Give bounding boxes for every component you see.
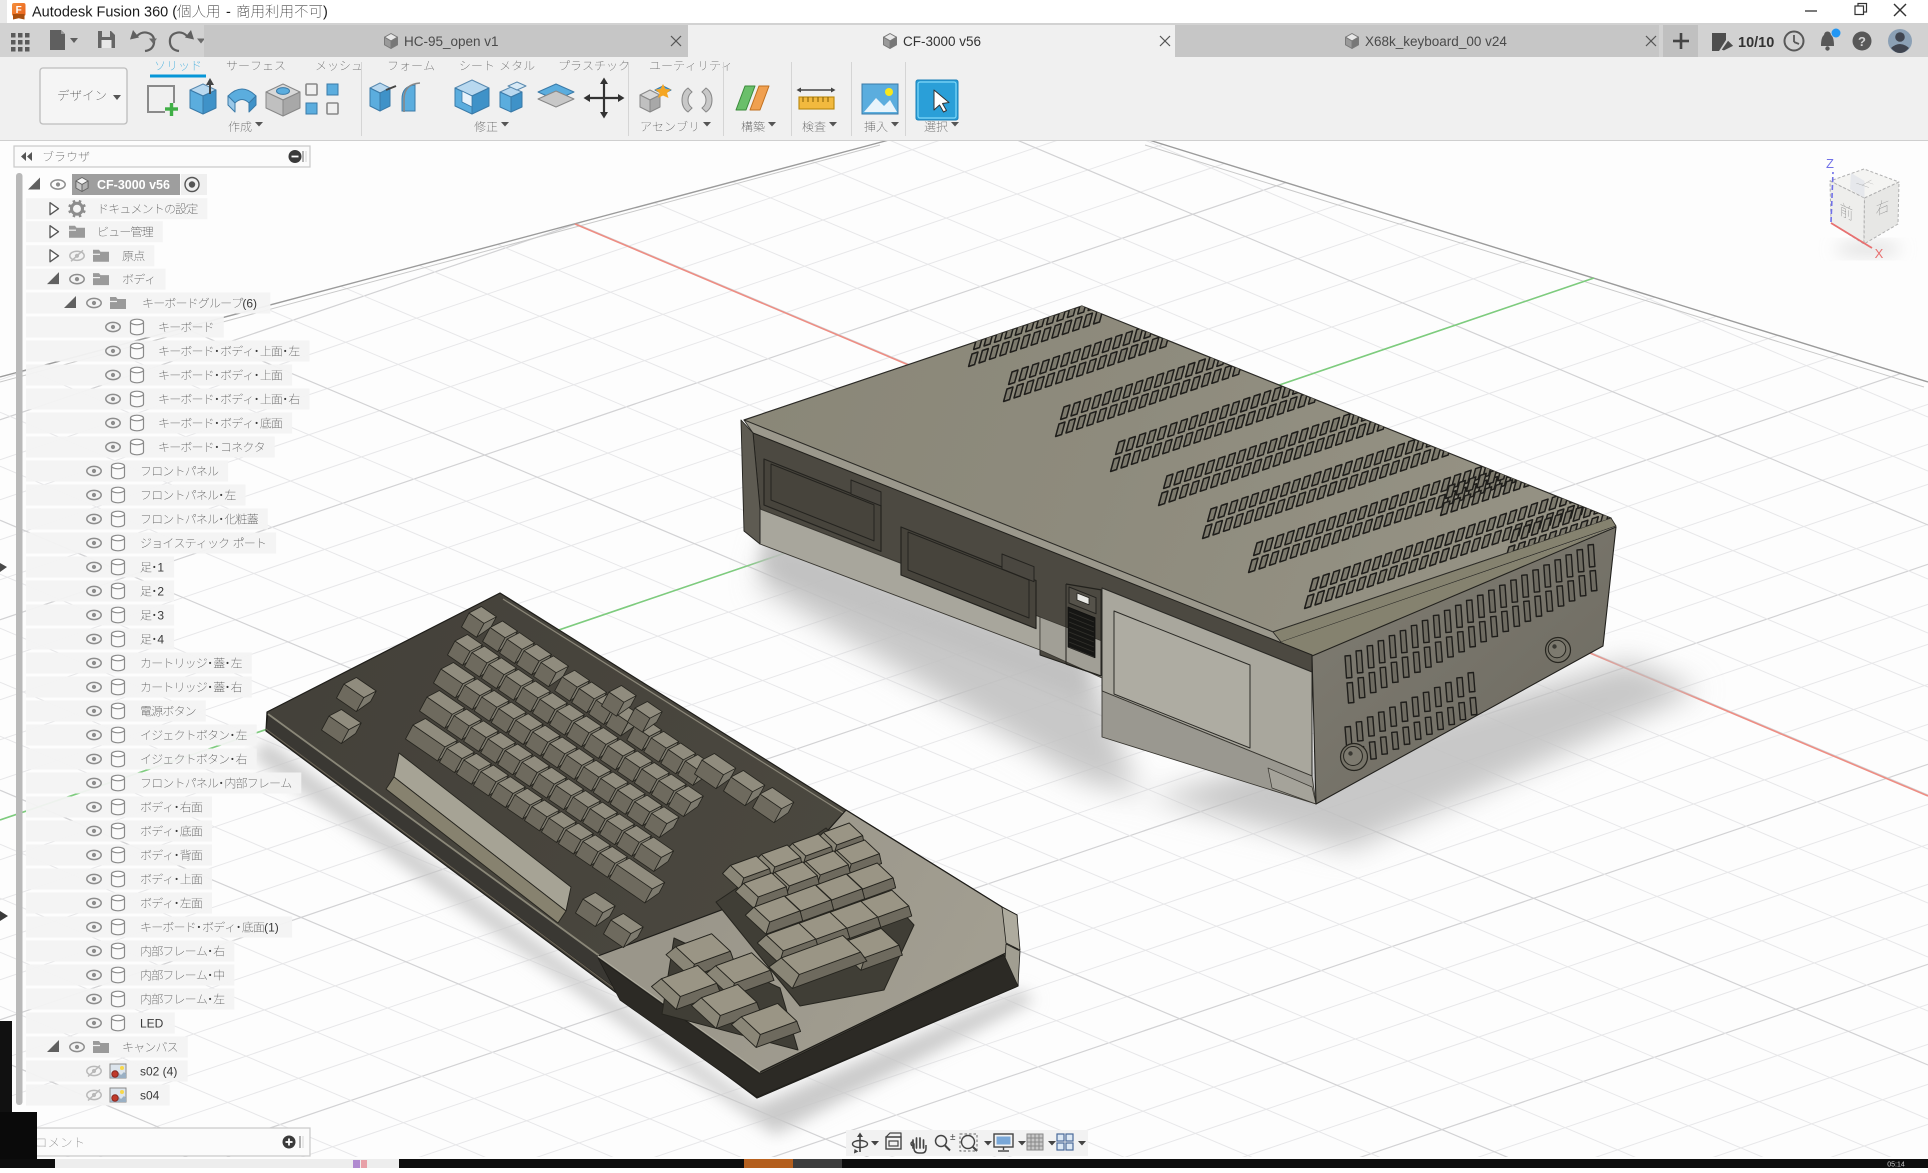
svg-text:CF-3000 v56: CF-3000 v56 — [97, 178, 170, 192]
svg-text:F: F — [16, 5, 22, 16]
svg-text:X: X — [1875, 246, 1884, 261]
svg-text:(1): (1) — [264, 921, 279, 935]
svg-text:LED: LED — [140, 1017, 164, 1031]
svg-text:-: - — [226, 5, 231, 21]
svg-text:X68k_keyboard_00 v24: X68k_keyboard_00 v24 — [1365, 34, 1507, 49]
svg-text:HC-95_open v1: HC-95_open v1 — [404, 34, 499, 49]
svg-text:?: ? — [1858, 34, 1866, 49]
svg-text:(6): (6) — [242, 297, 257, 311]
svg-text:10/10: 10/10 — [1738, 35, 1774, 51]
svg-text:Z: Z — [1826, 156, 1834, 171]
svg-text:1: 1 — [157, 561, 164, 575]
svg-text:s04: s04 — [140, 1089, 160, 1103]
svg-text:±: ± — [950, 1132, 956, 1143]
svg-text:CF-3000 v56: CF-3000 v56 — [903, 34, 981, 49]
svg-text:4: 4 — [157, 633, 164, 647]
svg-text:Autodesk Fusion 360 (: Autodesk Fusion 360 ( — [32, 5, 177, 21]
svg-text:3: 3 — [157, 609, 164, 623]
svg-text:2: 2 — [157, 585, 164, 599]
svg-text:): ) — [323, 5, 328, 21]
svg-text:s02 (4): s02 (4) — [140, 1065, 177, 1079]
svg-text:05:14: 05:14 — [1887, 1162, 1905, 1169]
